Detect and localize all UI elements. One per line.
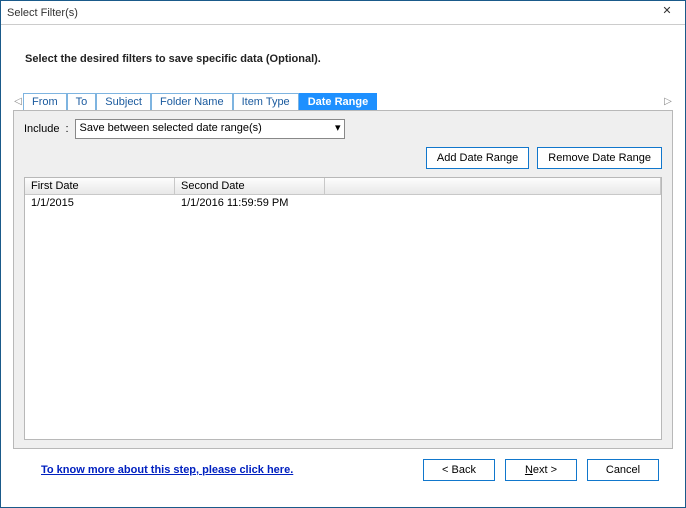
range-button-row: Add Date Range Remove Date Range <box>24 147 662 169</box>
close-icon[interactable]: ✕ <box>655 4 679 22</box>
instruction-text: Select the desired filters to save speci… <box>25 53 673 65</box>
filter-panel: Include : Save between selected date ran… <box>13 110 673 449</box>
cell-first-date: 1/1/2015 <box>25 195 175 211</box>
back-button[interactable]: < Back <box>423 459 495 481</box>
add-date-range-button[interactable]: Add Date Range <box>426 147 529 169</box>
include-row: Include : Save between selected date ran… <box>24 119 662 139</box>
content-area: Select the desired filters to save speci… <box>1 25 685 507</box>
remove-date-range-button[interactable]: Remove Date Range <box>537 147 662 169</box>
tab-scroll-left-icon[interactable]: ◁ <box>13 96 23 107</box>
col-header-second-date[interactable]: Second Date <box>175 178 325 194</box>
include-select-wrap[interactable]: Save between selected date range(s) ▾ <box>75 119 345 139</box>
tab-scroll-right-icon[interactable]: ▷ <box>663 96 673 107</box>
tab-from[interactable]: From <box>23 93 67 110</box>
help-link[interactable]: To know more about this step, please cli… <box>41 464 293 476</box>
date-range-grid: First Date Second Date 1/1/2015 1/1/2016… <box>24 177 662 440</box>
grid-body: 1/1/2015 1/1/2016 11:59:59 PM <box>25 195 661 439</box>
col-header-spacer <box>325 178 661 194</box>
tab-strip: ◁ From To Subject Folder Name Item Type … <box>13 93 673 110</box>
tab-item-type[interactable]: Item Type <box>233 93 299 110</box>
cell-second-date: 1/1/2016 11:59:59 PM <box>175 195 325 211</box>
tab-date-range[interactable]: Date Range <box>299 93 378 110</box>
colon: : <box>65 123 68 135</box>
include-select[interactable]: Save between selected date range(s) <box>75 119 345 139</box>
tab-subject[interactable]: Subject <box>96 93 151 110</box>
cell-spacer <box>325 195 661 211</box>
footer-buttons: < Back Next > Cancel <box>423 459 659 481</box>
next-suffix: ext > <box>533 464 557 476</box>
table-row[interactable]: 1/1/2015 1/1/2016 11:59:59 PM <box>25 195 661 211</box>
include-label: Include <box>24 123 59 135</box>
footer: To know more about this step, please cli… <box>13 449 673 495</box>
tabs-container: From To Subject Folder Name Item Type Da… <box>23 93 673 110</box>
next-button[interactable]: Next > <box>505 459 577 481</box>
next-accel: N <box>525 464 533 476</box>
grid-header: First Date Second Date <box>25 178 661 195</box>
col-header-first-date[interactable]: First Date <box>25 178 175 194</box>
titlebar: Select Filter(s) ✕ <box>1 1 685 25</box>
window-title: Select Filter(s) <box>7 7 78 19</box>
tab-folder-name[interactable]: Folder Name <box>151 93 233 110</box>
tab-to[interactable]: To <box>67 93 97 110</box>
dialog-window: Select Filter(s) ✕ Select the desired fi… <box>0 0 686 508</box>
cancel-button[interactable]: Cancel <box>587 459 659 481</box>
